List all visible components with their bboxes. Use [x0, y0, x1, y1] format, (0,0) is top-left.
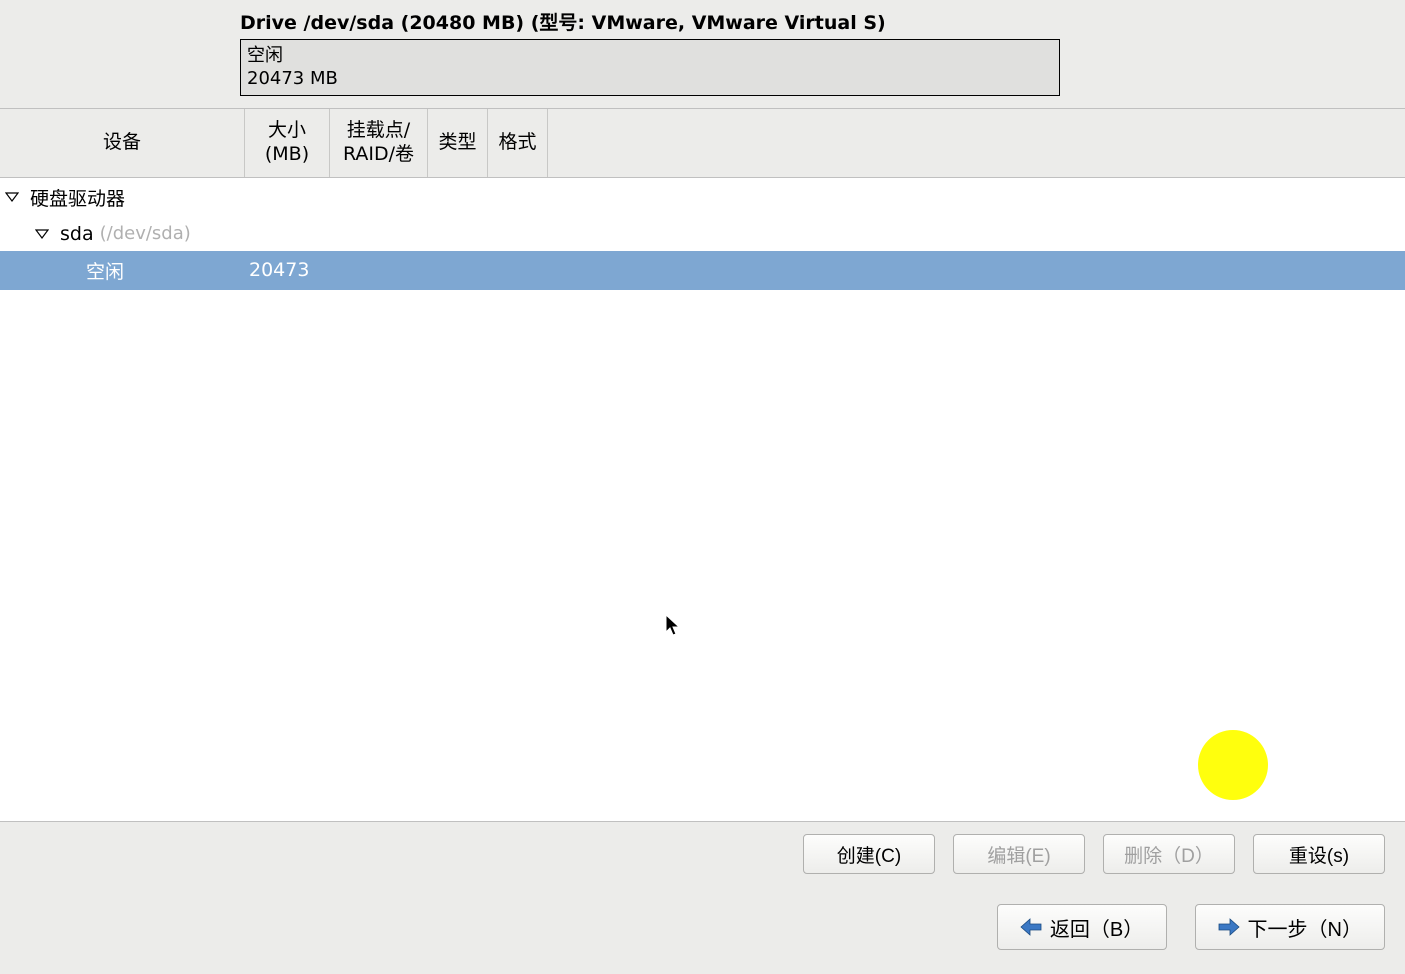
nav-button-row: 返回（B） 下一步（N）: [0, 886, 1405, 974]
drive-box-size: 20473 MB: [247, 67, 1053, 90]
drive-title: Drive /dev/sda (20480 MB) (型号: VMware, V…: [240, 8, 1405, 35]
back-button[interactable]: 返回（B）: [997, 904, 1167, 950]
tree-cell-size: 20473: [245, 259, 330, 281]
expander-icon[interactable]: [2, 190, 22, 204]
create-button[interactable]: 创建(C): [803, 834, 935, 874]
tree-label-hard-drives: 硬盘驱动器: [30, 184, 125, 211]
column-header-mount-line2: RAID/卷: [343, 143, 414, 167]
action-button-row: 创建(C) 编辑(E) 删除（D） 重设(s): [0, 821, 1405, 886]
column-header-size-line2: (MB): [265, 143, 309, 167]
tree-label-sda: sda: [60, 223, 94, 245]
next-button-label: 下一步（N）: [1248, 913, 1362, 942]
drive-info-area: Drive /dev/sda (20480 MB) (型号: VMware, V…: [0, 0, 1405, 108]
tree-row-sda[interactable]: sda (/dev/sda): [0, 217, 1405, 251]
delete-button: 删除（D）: [1103, 834, 1235, 874]
column-header-format[interactable]: 格式: [488, 109, 548, 177]
column-header-type[interactable]: 类型: [428, 109, 488, 177]
drive-box-status: 空闲: [247, 44, 1053, 67]
column-header-mount[interactable]: 挂载点/ RAID/卷: [330, 109, 428, 177]
edit-button: 编辑(E): [953, 834, 1085, 874]
tree-row-hard-drives[interactable]: 硬盘驱动器: [0, 178, 1405, 217]
tree-row-free-space[interactable]: 空闲 20473: [0, 251, 1405, 290]
next-button[interactable]: 下一步（N）: [1195, 904, 1385, 950]
expander-icon[interactable]: [32, 227, 52, 241]
column-header-size[interactable]: 大小 (MB): [245, 109, 330, 177]
tree-cell-device: 空闲: [0, 257, 245, 284]
drive-partition-box[interactable]: 空闲 20473 MB: [240, 39, 1060, 96]
back-button-label: 返回（B）: [1050, 913, 1143, 942]
partition-tree[interactable]: 硬盘驱动器 sda (/dev/sda) 空闲 20473: [0, 178, 1405, 821]
reset-button[interactable]: 重设(s): [1253, 834, 1385, 874]
arrow-left-icon: [1020, 918, 1042, 936]
arrow-right-icon: [1218, 918, 1240, 936]
tree-label-sda-path: (/dev/sda): [100, 223, 191, 244]
column-header-device[interactable]: 设备: [0, 109, 245, 177]
column-header-mount-line1: 挂载点/: [343, 119, 414, 143]
table-header: 设备 大小 (MB) 挂载点/ RAID/卷 类型 格式: [0, 108, 1405, 178]
column-header-size-line1: 大小: [265, 119, 309, 143]
